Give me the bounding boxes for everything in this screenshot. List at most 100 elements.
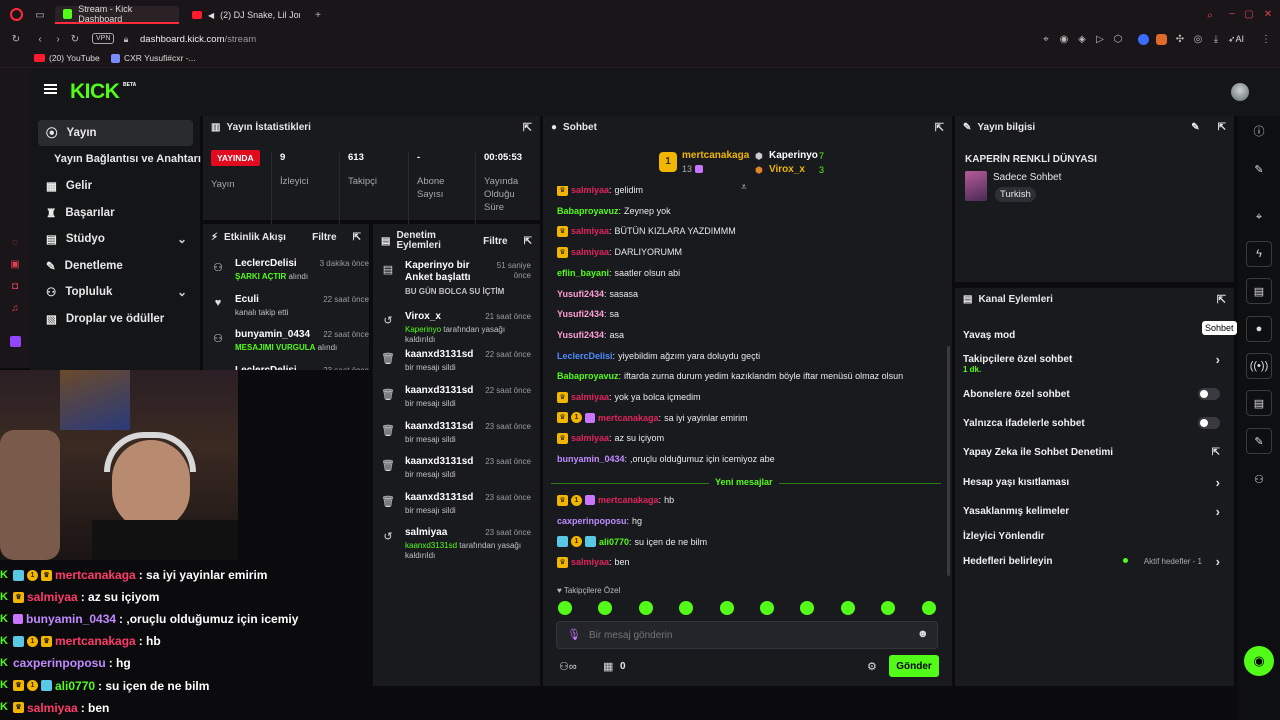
chat-message[interactable]: caxperinpoposu: hg <box>557 515 642 527</box>
channel-action-item[interactable]: Hedefleri belirleyin Aktif hedefler - 1 › <box>963 554 1220 569</box>
activity-item[interactable]: ⚇ LeclercDelisi 3 dakika önce ŞARKI AÇTIR a… <box>211 258 369 281</box>
sidebar-twitch-icon[interactable] <box>10 336 21 347</box>
moderation-item[interactable]: ↺ salmiyaa 23 saat önce kaanxd3131sd tarafı… <box>381 527 531 561</box>
shield-icon[interactable]: ◈ <box>1076 33 1088 45</box>
download-icon[interactable]: ⤓ <box>1210 33 1222 45</box>
sidebar-item-droplar[interactable]: ▧ Droplar ve ödüller <box>38 306 193 332</box>
send-button[interactable]: Gönder <box>889 655 939 677</box>
minimize-icon[interactable]: − <box>1226 8 1238 20</box>
sidebar-instagram-icon[interactable]: ◘ <box>9 280 21 292</box>
sidebar-item-topluluk[interactable]: ⚇ Topluluk ⌄ <box>38 279 193 305</box>
browser-menu-icon[interactable]: ⋮ <box>1260 33 1272 45</box>
chat-username[interactable]: salmiyaa <box>571 246 609 258</box>
chat-message[interactable]: Babaproyavuz: Zeynep yok <box>557 205 671 217</box>
emote-icon[interactable] <box>921 601 936 615</box>
forward-icon[interactable]: › <box>52 33 64 45</box>
avatar[interactable] <box>1231 83 1249 101</box>
moderation-item[interactable]: 🗑︎ kaanxd3131sd 23 saat önce bir mesajı sil… <box>381 421 531 445</box>
channel-action-item[interactable]: Yasaklanmış kelimeler › <box>963 504 1220 519</box>
popout-icon[interactable]: ⇱ <box>1217 293 1226 306</box>
popout-icon[interactable]: ⇱ <box>523 121 532 134</box>
popout-icon[interactable]: ⇱ <box>1218 122 1226 133</box>
rail-chat-button[interactable]: ● <box>1246 316 1272 342</box>
close-window-icon[interactable]: ✕ <box>1262 8 1274 20</box>
camera-icon[interactable]: ◉ <box>1058 33 1070 45</box>
url-field[interactable]: dashboard.kick.com/stream <box>140 34 256 45</box>
chat-username[interactable]: salmiyaa <box>571 556 609 568</box>
channel-action-item[interactable]: Takipçilere özel sohbet 1 dk. › <box>963 352 1220 375</box>
top-user-name[interactable]: Virox_x <box>769 164 805 175</box>
activity-item[interactable]: ⚇ bunyamin_0434 22 saat önce MESAJIMI VURGU… <box>211 329 369 352</box>
chat-message[interactable]: ♛ 1 mertcanakaga: sa iyi yayinlar emirim <box>557 412 748 424</box>
help-icon[interactable]: ◉ <box>1244 646 1274 676</box>
toggle-switch[interactable] <box>1198 417 1220 429</box>
shop-icon[interactable]: ▦ <box>603 660 613 673</box>
emote-icon[interactable] <box>840 601 855 615</box>
moderation-item[interactable]: 🗑︎ kaanxd3131sd 23 saat önce bir mesajı sil… <box>381 456 531 480</box>
chat-username[interactable]: salmiyaa <box>571 432 609 444</box>
channel-action-item[interactable]: Yapay Zeka ile Sohbet Denetimi ⇱ <box>963 445 1220 459</box>
chat-username[interactable]: Yusufi2434 <box>557 288 604 300</box>
moderation-item[interactable]: ↺ Virox_x 21 saat önce Kaperinyo tarafından… <box>381 311 531 345</box>
rail-community-icon[interactable]: ⚇ <box>1246 468 1272 490</box>
rail-moderation-button[interactable]: ▤ <box>1246 390 1272 416</box>
channel-action-item[interactable]: Yalnızca ifadelerle sohbet <box>963 416 1220 430</box>
tab-youtube[interactable]: ◀ (2) DJ Snake, Lil Jon - <box>184 6 308 24</box>
maximize-icon[interactable]: ▢ <box>1243 8 1255 20</box>
chat-message[interactable]: ♛ salmiyaa: yok ya bolca içmedim <box>557 391 701 403</box>
chat-message[interactable]: ♛ salmiyaa: gelidim <box>557 186 643 196</box>
emote-icon[interactable] <box>638 601 653 615</box>
info-icon[interactable]: ⓘ <box>1246 120 1272 142</box>
community-icon[interactable]: ⚇∞ <box>559 660 577 673</box>
ai-button[interactable]: ➶AI <box>1228 34 1244 45</box>
sidebar-aria-icon[interactable]: ◌ <box>9 236 21 248</box>
popout-icon[interactable]: ⇱ <box>353 232 361 243</box>
moderation-item[interactable]: 🗑︎ kaanxd3131sd 22 saat önce bir mesajı sil… <box>381 349 531 373</box>
chat-input-box[interactable]: 🎙︎ ☻ <box>556 621 938 649</box>
pin-icon[interactable]: ⌖ <box>1040 33 1052 45</box>
chat-message[interactable]: eflin_bayani: saatler olsun abi <box>557 267 680 279</box>
back-icon[interactable]: ‹ <box>34 33 46 45</box>
popout-icon[interactable]: ⇱ <box>524 236 532 247</box>
chat-message-input[interactable] <box>589 626 889 644</box>
vpn-badge[interactable]: VPN <box>92 33 115 44</box>
extension-fox-icon[interactable] <box>1156 34 1167 45</box>
search-tabs-icon[interactable]: ⌕ <box>1204 9 1216 21</box>
chat-message[interactable]: Yusufi2434: sasasa <box>557 288 638 300</box>
chat-username[interactable]: bunyamin_0434 <box>557 453 625 465</box>
chat-message[interactable]: LeclercDelisi: yiyebildim ağzım yara dolu… <box>557 350 760 362</box>
chat-message[interactable]: ♛ salmiyaa: az su içiyom <box>557 432 664 444</box>
top-user-name[interactable]: Kaperinyo <box>769 150 818 161</box>
category-name[interactable]: Sadece Sohbet <box>993 172 1061 183</box>
chat-message[interactable]: ♛ salmiyaa: ben <box>557 556 630 568</box>
chat-username[interactable]: eflin_bayani <box>557 267 609 279</box>
activity-item[interactable]: ♥ Eculi 22 saat önce kanalı takip etti <box>211 294 369 317</box>
chat-message[interactable]: Yusufi2434: asa <box>557 329 624 341</box>
rail-bolt-button[interactable]: ϟ <box>1246 241 1272 267</box>
chat-username[interactable]: Babaproyavuz <box>557 205 619 217</box>
chat-scrollbar[interactable] <box>947 346 950 576</box>
chat-username[interactable]: caxperinpoposu <box>557 515 627 527</box>
bookmark-cxr[interactable]: CXR Yusufi#cxr -... <box>111 53 196 63</box>
camera2-icon[interactable]: ◎ <box>1192 33 1204 45</box>
chat-message[interactable]: 1 ali0770: su içen de ne bilm <box>557 536 707 548</box>
channel-action-item[interactable]: Hesap yaşı kısıtlaması › <box>963 475 1220 490</box>
rail-broadcast-button[interactable]: ((•)) <box>1246 353 1272 379</box>
bookmark-youtube[interactable]: (20) YouTube <box>34 53 100 63</box>
popout-icon[interactable]: ⇱ <box>935 121 944 134</box>
tab-kick-dashboard[interactable]: Stream - Kick Dashboard <box>55 4 179 24</box>
chat-message[interactable]: Babaproyavuz: iftarda zurna durum yedim k… <box>557 370 903 382</box>
emote-icon[interactable] <box>719 601 734 615</box>
edit-pencil-icon[interactable]: ✎ <box>1191 122 1199 133</box>
channel-action-item[interactable]: Yavaş mod <box>963 328 1220 342</box>
sidebar-item-basarilar[interactable]: ♜ Başarılar <box>38 200 193 226</box>
pencil-icon[interactable]: ✎ <box>1246 158 1272 180</box>
sidebar-item-stream-key[interactable]: Yayın Bağlantısı ve Anahtarı <box>38 146 201 172</box>
chat-username[interactable]: salmiyaa <box>571 391 609 403</box>
mic-icon[interactable]: 🎙︎ <box>567 628 581 641</box>
moderation-item[interactable]: 🗑︎ kaanxd3131sd 22 saat önce bir mesajı sil… <box>381 385 531 409</box>
sidebar-music-icon[interactable]: ♫ <box>9 302 21 314</box>
chat-message[interactable]: ♛ salmiyaa: BÜTÜN KIZLARA YAZDIMMM <box>557 225 736 237</box>
toggle-switch[interactable] <box>1198 388 1220 400</box>
chat-username[interactable]: mertcanakaga <box>598 494 659 506</box>
